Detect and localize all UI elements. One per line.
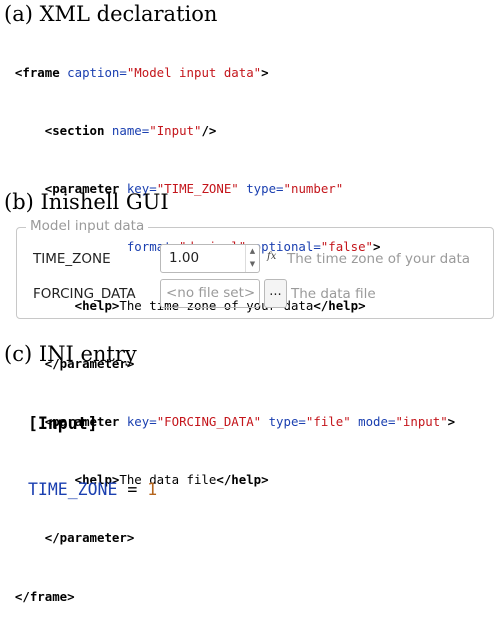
xml-attr-value: "Input" — [149, 123, 202, 139]
xml-attr-name: name= — [111, 123, 150, 139]
section-heading-gui: (b) Inishell GUI — [4, 190, 169, 214]
ini-key: TIME_ZONE — [28, 480, 118, 499]
xml-tag: <section — [44, 123, 105, 139]
xml-attr-value: "input" — [395, 414, 448, 430]
xml-attr-name: mode= — [358, 414, 396, 430]
xml-attr-value: "TIME_ZONE" — [156, 181, 239, 197]
xml-attr-value: "Model input data" — [126, 64, 262, 80]
code-line-1: <frame caption="Model input data"> — [0, 63, 500, 82]
ini-equals: = — [127, 480, 138, 499]
formula-icon[interactable]: fx — [267, 251, 276, 262]
code-line-2: <section name="Input"/> — [0, 121, 500, 140]
xml-code-block: <frame caption="Model input data"> <sect… — [0, 24, 500, 625]
xml-tag: > — [261, 64, 269, 80]
forcing-data-file-field[interactable]: <no file set> — [160, 279, 260, 308]
xml-tag: /> — [201, 123, 217, 139]
section-heading-ini: (c) INI entry — [4, 342, 137, 366]
xml-attr-value: "FORCING_DATA" — [156, 414, 262, 430]
xml-tag: </frame> — [14, 588, 75, 604]
xml-attr-value: "number" — [283, 181, 344, 197]
code-line-10: </frame> — [0, 587, 500, 606]
spinbox-buttons: ▲ ▼ — [245, 245, 259, 272]
forcing-data-help: The data file — [291, 286, 376, 302]
xml-tag: <frame — [14, 64, 60, 80]
time-zone-value[interactable]: 1.00 — [169, 250, 199, 266]
xml-attr-name: type= — [268, 414, 306, 430]
section-heading-xml: (a) XML declaration — [4, 2, 218, 26]
ini-line-entry: TIME_ZONE = 1 — [28, 479, 157, 501]
time-zone-spinbox[interactable]: 1.00 ▲ ▼ — [160, 244, 260, 273]
xml-tag: </help> — [216, 472, 269, 488]
xml-tag: > — [447, 414, 456, 430]
ini-line-section: [Input] — [28, 413, 157, 435]
xml-attr-name: caption= — [67, 64, 127, 80]
forcing-data-label: FORCING_DATA — [33, 286, 136, 302]
time-zone-label: TIME_ZONE — [33, 251, 111, 267]
xml-attr-value: "file" — [305, 414, 351, 430]
spin-up-icon[interactable]: ▲ — [246, 245, 259, 258]
groupbox-title: Model input data — [26, 217, 149, 235]
browse-file-button[interactable]: ... — [264, 279, 287, 308]
xml-tag: </parameter> — [44, 530, 135, 546]
ini-code-block: [Input] TIME_ZONE = 1 — [28, 369, 157, 523]
ini-value: 1 — [147, 480, 158, 499]
time-zone-help: The time zone of your data — [287, 251, 471, 267]
ini-section-name: [Input] — [28, 414, 98, 433]
code-line-9: </parameter> — [0, 528, 500, 547]
spin-down-icon[interactable]: ▼ — [246, 258, 259, 271]
xml-attr-name: type= — [246, 181, 284, 197]
